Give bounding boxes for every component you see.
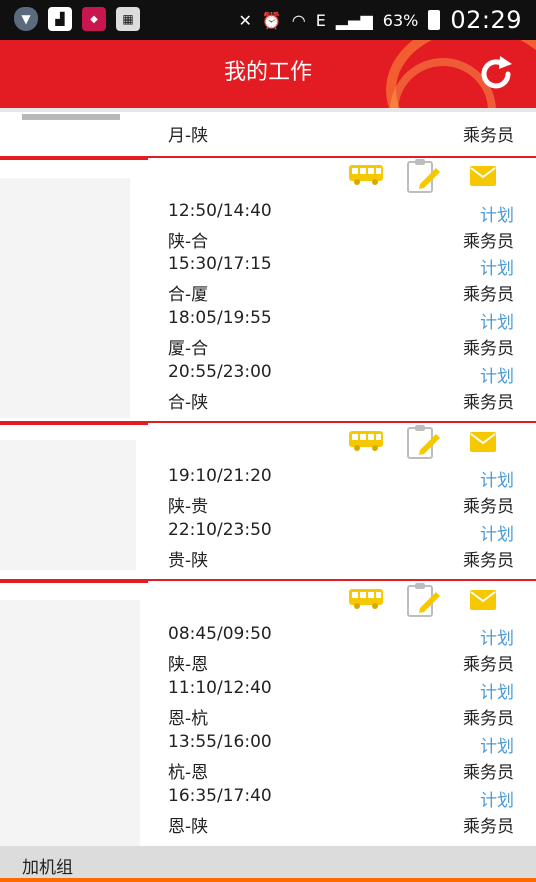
footer-accent-line xyxy=(0,878,536,882)
date-column xyxy=(0,440,136,570)
alarm-icon: ⏰ xyxy=(261,10,282,30)
flight-time: 08:45/09:50 xyxy=(168,624,272,644)
clipboard-edit-icon[interactable] xyxy=(406,424,440,460)
app-notification-icon: ◆ xyxy=(82,7,106,31)
flight-role: 乘务员 xyxy=(463,655,514,675)
flight-time: 15:30/17:15 xyxy=(168,254,272,274)
app-bar: 我的工作 xyxy=(0,40,536,108)
flight-status-link[interactable]: 计划 xyxy=(480,466,514,491)
flight-status-link[interactable]: 计划 xyxy=(480,201,514,226)
flight-time: 19:10/21:20 xyxy=(168,466,272,486)
flight-route: 恩-陕 xyxy=(168,817,209,837)
flight-status-link[interactable]: 计划 xyxy=(480,520,514,545)
date-column xyxy=(0,178,130,418)
flight-route: 厦-合 xyxy=(168,339,209,359)
date-column xyxy=(0,600,140,846)
refresh-icon[interactable] xyxy=(474,52,518,96)
flight-route: 陕-恩 xyxy=(168,655,209,675)
battery-icon xyxy=(428,10,441,30)
clipboard-edit-icon[interactable] xyxy=(406,582,440,618)
group-divider-accent xyxy=(0,422,148,425)
flight-status-link[interactable]: 计划 xyxy=(480,624,514,649)
flight-time: 12:50/14:40 xyxy=(168,201,272,221)
battery-percent: 63% xyxy=(382,10,419,30)
clock: 02:29 xyxy=(450,6,522,34)
flight-route: 杭-恩 xyxy=(168,763,209,783)
status-right-icons: ✕ ⏰ ◠ E ▂▄▆ 63% 02:29 xyxy=(238,6,522,34)
flight-role: 乘务员 xyxy=(463,817,514,837)
add-crew-label[interactable]: 加机组 xyxy=(22,853,73,878)
flight-time: 18:05/19:55 xyxy=(168,308,272,328)
flight-time: 13:55/16:00 xyxy=(168,732,272,752)
flight-role: 乘务员 xyxy=(463,497,514,517)
page-title: 我的工作 xyxy=(223,60,312,85)
flight-role: 乘务员 xyxy=(463,285,514,305)
flight-status-link[interactable]: 计划 xyxy=(480,678,514,703)
flight-route: 合-陕 xyxy=(168,393,209,413)
signal-icon: ▂▄▆ xyxy=(335,10,373,30)
role-text: 乘务员 xyxy=(463,126,514,146)
route-text: 月-陕 xyxy=(168,126,209,146)
flight-route: 合-厦 xyxy=(168,285,209,305)
flight-route: 陕-贵 xyxy=(168,497,209,517)
flight-role: 乘务员 xyxy=(463,709,514,729)
flight-status-link[interactable]: 计划 xyxy=(480,308,514,333)
flight-role: 乘务员 xyxy=(463,339,514,359)
gallery-icon: ▟ xyxy=(48,7,72,31)
bus-icon[interactable] xyxy=(348,430,384,452)
flight-route: 贵-陕 xyxy=(168,551,209,571)
group-divider-accent xyxy=(0,580,148,583)
flight-role: 乘务员 xyxy=(463,763,514,783)
clipboard-edit-icon[interactable] xyxy=(406,158,440,194)
network-type: E xyxy=(315,10,326,30)
group-divider-accent xyxy=(0,157,148,160)
bus-icon[interactable] xyxy=(348,588,384,610)
flight-time: 11:10/12:40 xyxy=(168,678,272,698)
flight-status-link[interactable]: 计划 xyxy=(480,732,514,757)
flight-role: 乘务员 xyxy=(463,551,514,571)
shield-icon: ▼ xyxy=(14,7,38,31)
flight-time: 20:55/23:00 xyxy=(168,362,272,382)
flight-role: 乘务员 xyxy=(463,393,514,413)
flight-status-link[interactable]: 计划 xyxy=(480,786,514,811)
add-crew-bar[interactable]: 加机组 xyxy=(0,846,536,880)
flight-time: 22:10/23:50 xyxy=(168,520,272,540)
mail-icon[interactable] xyxy=(470,166,496,186)
sd-card-icon: ▦ xyxy=(116,7,140,31)
mute-icon: ✕ xyxy=(238,10,252,30)
blurred-date-text xyxy=(22,114,120,120)
flight-route: 恩-杭 xyxy=(168,709,209,729)
mail-icon[interactable] xyxy=(470,432,496,452)
flight-status-link[interactable]: 计划 xyxy=(480,362,514,387)
wifi-icon: ◠ xyxy=(291,10,306,30)
mail-icon[interactable] xyxy=(470,590,496,610)
top-separator xyxy=(0,108,536,112)
flight-status-link[interactable]: 计划 xyxy=(480,254,514,279)
bus-icon[interactable] xyxy=(348,164,384,186)
flight-route: 陕-合 xyxy=(168,232,209,252)
flight-role: 乘务员 xyxy=(463,232,514,252)
status-left-icons: ▼ ▟ ◆ ▦ xyxy=(14,7,140,31)
flight-time: 16:35/17:40 xyxy=(168,786,272,806)
status-bar: ▼ ▟ ◆ ▦ ✕ ⏰ ◠ E ▂▄▆ 63% 02:29 xyxy=(0,0,536,40)
